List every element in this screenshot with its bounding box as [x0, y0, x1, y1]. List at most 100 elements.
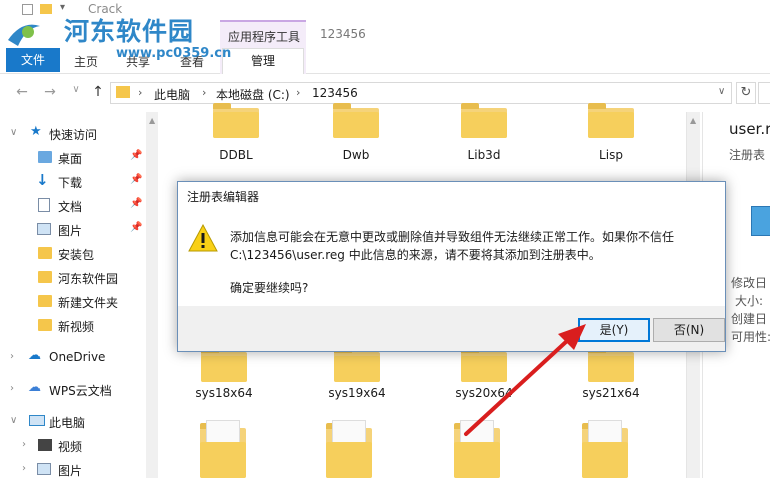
sidebar-item-new-folder[interactable]: 新建文件夹	[0, 290, 150, 314]
breadcrumb-current-folder[interactable]: 123456	[312, 86, 358, 100]
sidebar-item-pc-pictures[interactable]: › 图片	[0, 458, 150, 482]
folder-name: Dwb	[342, 148, 370, 162]
folder-item[interactable]: sys18x64	[174, 347, 274, 406]
pictures-icon	[37, 463, 51, 475]
folder-item[interactable]	[326, 420, 376, 478]
dialog-confirm-question: 确定要继续吗?	[230, 281, 309, 295]
sidebar-item-label: 文档	[58, 200, 83, 214]
sidebar-item-new-video[interactable]: 新视频	[0, 314, 150, 338]
dialog-title: 注册表编辑器	[187, 190, 260, 204]
pin-icon[interactable]: 📌	[130, 150, 142, 161]
nav-quick-access[interactable]: ∨ ★ 快速访问	[0, 122, 150, 146]
sidebar-item-label: 视频	[58, 440, 83, 454]
nav-quick-access-label: 快速访问	[49, 128, 98, 142]
back-button[interactable]: ←	[14, 84, 30, 102]
pictures-icon	[37, 223, 51, 235]
expand-chevron-icon[interactable]: ›	[10, 351, 14, 362]
expand-chevron-icon[interactable]: ›	[22, 439, 26, 450]
expand-chevron-icon[interactable]: ›	[22, 463, 26, 474]
folder-icon	[38, 319, 52, 331]
breadcrumb-separator[interactable]: ›	[138, 86, 142, 99]
sidebar-item-label: 安装包	[58, 248, 95, 262]
wps-cloud-icon: ☁	[28, 380, 41, 395]
warning-icon	[188, 224, 218, 252]
folder-item[interactable]	[200, 420, 250, 478]
pin-icon[interactable]: 📌	[130, 174, 142, 185]
nav-this-pc[interactable]: ∨ 此电脑	[0, 410, 150, 434]
computer-icon	[29, 415, 45, 426]
context-group-label: 应用程序工具	[228, 30, 301, 44]
nav-scrollbar[interactable]: ▲	[146, 112, 158, 478]
details-type: 注册表	[729, 148, 766, 162]
nav-onedrive-label: OneDrive	[49, 350, 106, 364]
folder-item[interactable]: DDBL	[186, 103, 286, 172]
scroll-up-icon[interactable]: ▲	[690, 116, 696, 125]
annotation-arrow	[464, 324, 586, 436]
folder-icon	[38, 295, 52, 307]
address-dropdown-icon[interactable]: ∨	[718, 86, 725, 97]
new-folder-icon[interactable]	[40, 4, 52, 14]
video-icon	[38, 439, 52, 451]
details-availability-label: 可用性:	[731, 330, 770, 344]
sidebar-item-pictures[interactable]: 图片 📌	[0, 218, 150, 242]
folder-icon	[38, 271, 52, 283]
scroll-up-icon[interactable]: ▲	[149, 116, 155, 125]
cloud-icon: ☁	[28, 348, 41, 363]
watermark-logo-icon	[6, 21, 40, 47]
nav-onedrive[interactable]: › ☁ OneDrive	[0, 346, 150, 370]
sidebar-item-label: 下载	[58, 176, 83, 190]
folder-item[interactable]: Lisp	[561, 103, 661, 172]
sidebar-item-hedong[interactable]: 河东软件园	[0, 266, 150, 290]
properties-icon[interactable]	[22, 4, 33, 15]
star-icon: ★	[30, 124, 42, 139]
folder-name: sys18x64	[195, 386, 253, 400]
recent-locations-icon[interactable]: ∨	[68, 84, 84, 102]
refresh-button[interactable]: ↻	[736, 82, 756, 104]
expand-chevron-icon[interactable]: ›	[10, 383, 14, 394]
sidebar-item-label: 桌面	[58, 152, 83, 166]
document-icon	[38, 198, 50, 212]
breadcrumb-local-disk[interactable]: 本地磁盘 (C:)	[216, 86, 290, 103]
tab-home[interactable]: 主页	[74, 53, 98, 70]
sidebar-item-installers[interactable]: 安装包	[0, 242, 150, 266]
folder-icon	[38, 247, 52, 259]
folder-item[interactable]: Lib3d	[434, 103, 534, 172]
collapse-chevron-icon[interactable]: ∨	[10, 127, 17, 138]
sidebar-item-label: 河东软件园	[58, 272, 119, 286]
sidebar-item-label: 图片	[58, 464, 83, 478]
tab-file[interactable]: 文件	[6, 48, 60, 72]
sidebar-item-documents[interactable]: 文档 📌	[0, 194, 150, 218]
nav-wps-label: WPS云文档	[49, 384, 112, 398]
details-filename: user.r	[729, 120, 770, 138]
folder-name: Lisp	[599, 148, 623, 162]
address-folder-icon	[116, 86, 130, 98]
folder-item[interactable]: Dwb	[306, 103, 406, 172]
nav-wps[interactable]: › ☁ WPS云文档	[0, 378, 150, 402]
breadcrumb-separator[interactable]: ›	[296, 86, 300, 99]
details-created-label: 创建日	[731, 312, 768, 326]
dialog-message-line1: 添加信息可能会在无意中更改或删除值并导致组件无法继续正常工作。如果你不信任	[230, 230, 675, 244]
details-size-label: 大小:	[735, 294, 764, 308]
sidebar-item-downloads[interactable]: ↓ 下载 📌	[0, 170, 150, 194]
sidebar-item-label: 图片	[58, 224, 83, 238]
sidebar-item-desktop[interactable]: 桌面 📌	[0, 146, 150, 170]
tab-manage[interactable]: 管理	[222, 48, 304, 74]
dialog-message-line2: C:\123456\user.reg 中此信息的来源，请不要将其添加到注册表中。	[230, 248, 601, 262]
pin-icon[interactable]: 📌	[130, 222, 142, 233]
no-button[interactable]: 否(N)	[653, 318, 725, 342]
up-button[interactable]: ↑	[90, 84, 106, 102]
search-input[interactable]	[758, 82, 770, 104]
folder-name: DDBL	[219, 148, 253, 162]
breadcrumb-separator[interactable]: ›	[202, 86, 206, 99]
nav-this-pc-label: 此电脑	[49, 416, 86, 430]
sidebar-item-videos[interactable]: › 视频	[0, 434, 150, 458]
collapse-chevron-icon[interactable]: ∨	[10, 415, 17, 426]
pin-icon[interactable]: 📌	[130, 198, 142, 209]
forward-button[interactable]: →	[42, 84, 58, 102]
watermark-site-name: 河东软件园	[64, 17, 195, 46]
folder-item[interactable]: sys19x64	[307, 347, 407, 406]
breadcrumb-this-pc[interactable]: 此电脑	[154, 86, 190, 103]
registry-file-icon	[751, 206, 770, 236]
details-modified-label: 修改日	[731, 276, 768, 290]
ribbon-folder-title: 123456	[320, 27, 366, 41]
